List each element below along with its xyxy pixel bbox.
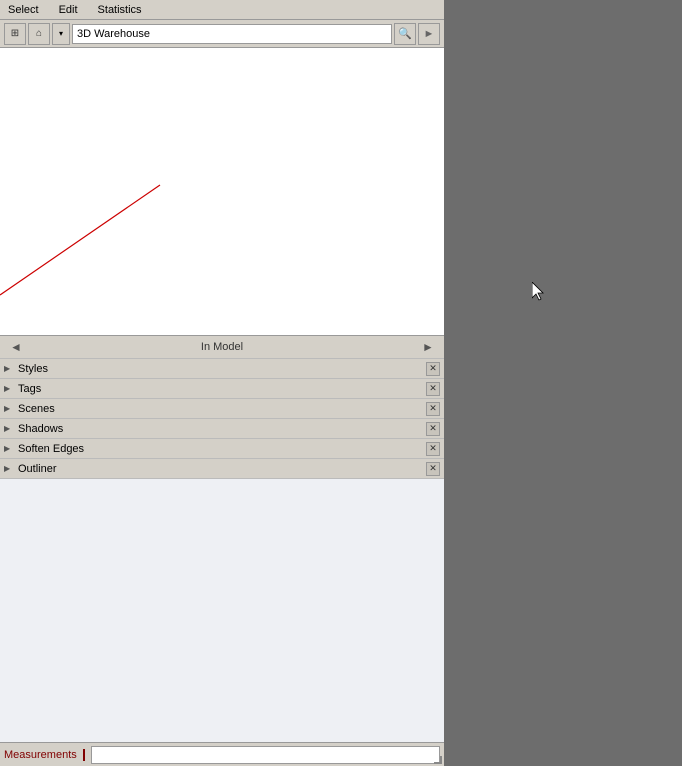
measurements-input[interactable]	[91, 746, 440, 764]
measurements-bar: Measurements	[0, 742, 444, 766]
lower-content	[0, 479, 444, 766]
forward-arrow-icon: ►	[422, 340, 434, 354]
menu-bar: Select Edit Statistics	[0, 0, 444, 20]
nav-back-button[interactable]: ◄	[6, 337, 26, 357]
panel-item-scenes[interactable]: ▶ Scenes ✕	[0, 399, 444, 419]
panel-label-shadows: Shadows	[18, 423, 63, 435]
in-model-nav-bar: ◄ In Model ►	[0, 335, 444, 359]
panel-close-shadows[interactable]: ✕	[426, 422, 440, 436]
home-icon: ⌂	[36, 28, 42, 39]
panel-close-styles[interactable]: ✕	[426, 362, 440, 376]
measurements-label: Measurements	[4, 749, 85, 761]
panel-arrow-scenes: ▶	[4, 404, 14, 413]
panel-label-soften-edges: Soften Edges	[18, 443, 84, 455]
dropdown-button[interactable]: ▾	[52, 23, 70, 45]
panel-label-styles: Styles	[18, 363, 48, 375]
panel-list: ▶ Styles ✕ ▶ Tags ✕ ▶ Scenes ✕ ▶ Shadows	[0, 359, 444, 479]
search-button[interactable]: 🔍	[394, 23, 416, 45]
panel-arrow-tags: ▶	[4, 384, 14, 393]
grid-icon: ⊞	[11, 28, 19, 39]
nav-forward-button[interactable]: ►	[418, 23, 440, 45]
nav-forward-btn[interactable]: ►	[418, 337, 438, 357]
in-model-label: In Model	[201, 341, 243, 353]
panel-item-tags[interactable]: ▶ Tags ✕	[0, 379, 444, 399]
panel-label-outliner: Outliner	[18, 463, 57, 475]
search-input[interactable]	[72, 24, 392, 44]
panel-arrow-soften-edges: ▶	[4, 444, 14, 453]
panel-close-outliner[interactable]: ✕	[426, 462, 440, 476]
grid-button[interactable]: ⊞	[4, 23, 26, 45]
main-content	[0, 48, 444, 335]
panel-label-tags: Tags	[18, 383, 41, 395]
dropdown-icon: ▾	[59, 29, 63, 38]
panel-arrow-styles: ▶	[4, 364, 14, 373]
left-panel: Select Edit Statistics ⊞ ⌂ ▾ 🔍 ► ◄	[0, 0, 444, 766]
panel-item-outliner[interactable]: ▶ Outliner ✕	[0, 459, 444, 479]
panel-arrow-outliner: ▶	[4, 464, 14, 473]
panel-item-soften-edges[interactable]: ▶ Soften Edges ✕	[0, 439, 444, 459]
panel-close-tags[interactable]: ✕	[426, 382, 440, 396]
home-button[interactable]: ⌂	[28, 23, 50, 45]
resize-handle[interactable]	[432, 754, 444, 766]
panel-close-scenes[interactable]: ✕	[426, 402, 440, 416]
canvas-line	[0, 135, 444, 335]
back-arrow-icon: ◄	[10, 340, 22, 354]
right-panel	[444, 0, 682, 766]
panel-close-soften-edges[interactable]: ✕	[426, 442, 440, 456]
forward-icon: ►	[424, 28, 435, 40]
menu-edit[interactable]: Edit	[55, 4, 82, 16]
search-icon: 🔍	[398, 27, 412, 40]
panel-arrow-shadows: ▶	[4, 424, 14, 433]
panel-item-styles[interactable]: ▶ Styles ✕	[0, 359, 444, 379]
panel-label-scenes: Scenes	[18, 403, 55, 415]
menu-statistics[interactable]: Statistics	[94, 4, 146, 16]
toolbar-row: ⊞ ⌂ ▾ 🔍 ►	[0, 20, 444, 48]
panel-item-shadows[interactable]: ▶ Shadows ✕	[0, 419, 444, 439]
cursor-indicator	[532, 282, 548, 305]
menu-select[interactable]: Select	[4, 4, 43, 16]
